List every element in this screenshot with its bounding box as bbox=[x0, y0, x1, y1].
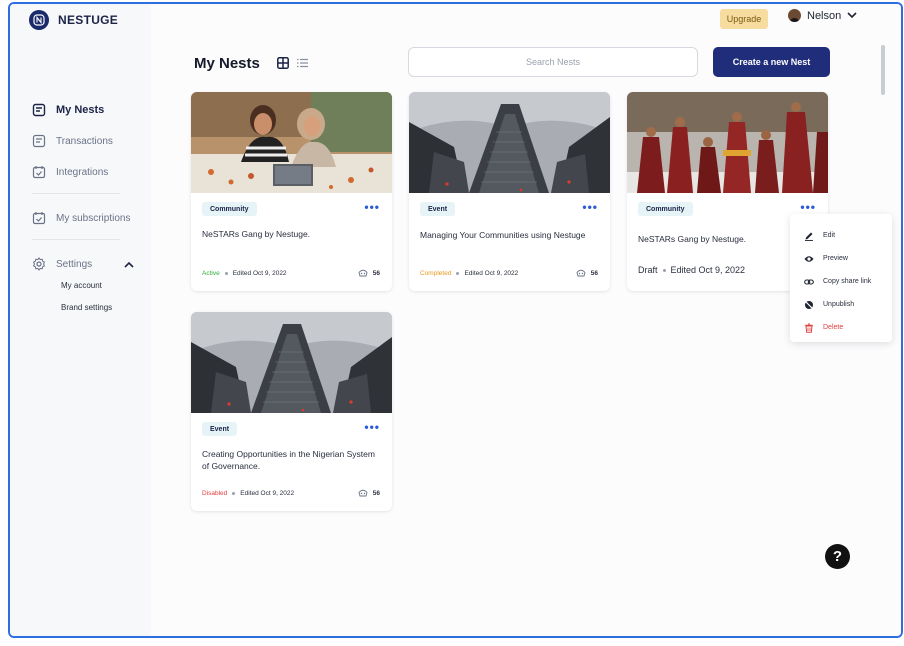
menu-item-label: Unpublish bbox=[823, 301, 855, 308]
nest-title: Creating Opportunities in the Nigerian S… bbox=[202, 449, 375, 471]
nest-options-menu: Edit Preview Copy share link Unpublish D… bbox=[790, 214, 892, 342]
edited-date: Edited Oct 9, 2022 bbox=[232, 269, 287, 277]
edited-date: Edited Oct 9, 2022 bbox=[670, 265, 746, 275]
views-count: 56 bbox=[358, 269, 380, 277]
sidebar-item-label: Transactions bbox=[56, 135, 113, 147]
category-tag: Community bbox=[638, 202, 693, 216]
search-input[interactable] bbox=[408, 47, 698, 77]
nest-card[interactable]: Event ••• Creating Opportunities in the … bbox=[191, 312, 392, 511]
menu-item-copy-link[interactable]: Copy share link bbox=[790, 270, 892, 293]
list-view-icon[interactable] bbox=[297, 58, 308, 68]
sidebar-subitem-brand-settings[interactable]: Brand settings bbox=[61, 303, 142, 321]
transactions-icon bbox=[32, 134, 46, 148]
edited-date: Edited Oct 9, 2022 bbox=[464, 269, 519, 277]
views-icon bbox=[358, 269, 368, 277]
sidebar-item-label: Settings bbox=[56, 258, 93, 270]
menu-item-delete[interactable]: Delete bbox=[790, 316, 892, 339]
separator-dot bbox=[662, 268, 666, 272]
chevron-up-icon[interactable] bbox=[124, 261, 134, 268]
menu-item-label: Delete bbox=[823, 324, 844, 331]
link-icon bbox=[804, 278, 814, 285]
chevron-down-icon bbox=[847, 12, 857, 19]
views-value: 56 bbox=[372, 269, 380, 277]
status-badge: Completed bbox=[420, 269, 452, 277]
menu-item-label: Preview bbox=[823, 255, 848, 262]
nests-icon bbox=[32, 103, 46, 117]
sidebar-item-subscriptions[interactable]: My subscriptions bbox=[32, 208, 142, 228]
more-options-icon[interactable]: ••• bbox=[364, 420, 380, 434]
views-value: 56 bbox=[590, 269, 598, 277]
menu-item-unpublish[interactable]: Unpublish bbox=[790, 293, 892, 316]
nest-title: NeSTARs Gang by Nestuge. bbox=[202, 229, 311, 239]
nest-meta: Active Edited Oct 9, 2022 56 bbox=[202, 269, 380, 277]
logo-mark-icon bbox=[29, 10, 49, 30]
nest-meta: Disabled Edited Oct 9, 2022 56 bbox=[202, 489, 380, 497]
separator-dot bbox=[456, 271, 460, 275]
user-name: Nelson bbox=[807, 9, 842, 22]
nest-card[interactable]: Event ••• Managing Your Communities usin… bbox=[409, 92, 610, 291]
nest-card-image bbox=[409, 92, 610, 193]
unpublish-icon bbox=[805, 300, 813, 309]
menu-item-preview[interactable]: Preview bbox=[790, 247, 892, 270]
user-menu[interactable]: Nelson bbox=[788, 9, 857, 22]
views-value: 56 bbox=[372, 489, 380, 497]
sidebar-divider bbox=[32, 239, 120, 240]
integrations-icon bbox=[32, 166, 46, 179]
scrollbar[interactable] bbox=[881, 45, 885, 95]
subscriptions-icon bbox=[32, 212, 46, 225]
menu-item-edit[interactable]: Edit bbox=[790, 224, 892, 247]
avatar bbox=[788, 9, 801, 22]
nest-card[interactable]: Community ••• NeSTARs Gang by Nestuge. A… bbox=[191, 92, 392, 291]
separator-dot bbox=[232, 491, 236, 495]
sidebar-subitem-my-account[interactable]: My account bbox=[61, 281, 142, 299]
gear-icon bbox=[32, 257, 46, 271]
views-icon bbox=[358, 489, 368, 497]
sidebar-item-settings[interactable]: Settings bbox=[32, 254, 142, 274]
menu-item-label: Edit bbox=[823, 232, 836, 239]
separator-dot bbox=[224, 271, 228, 275]
nest-meta: Completed Edited Oct 9, 2022 56 bbox=[420, 269, 598, 277]
menu-item-label: Copy share link bbox=[823, 278, 872, 285]
sidebar-nav: My Nests Transactions Integrations My su… bbox=[32, 100, 142, 321]
status-badge: Active bbox=[202, 269, 220, 277]
page-title: My Nests bbox=[194, 55, 260, 72]
grid-view-icon[interactable] bbox=[277, 57, 289, 69]
sidebar-item-label: My subscriptions bbox=[56, 212, 131, 224]
nest-card-image bbox=[627, 92, 828, 193]
status-badge: Disabled bbox=[202, 489, 228, 497]
category-tag: Event bbox=[202, 422, 238, 436]
sidebar-item-label: My Nests bbox=[56, 104, 105, 116]
views-count: 56 bbox=[358, 489, 380, 497]
category-tag: Community bbox=[202, 202, 257, 216]
create-nest-button[interactable]: Create a new Nest bbox=[713, 47, 830, 77]
edited-date: Edited Oct 9, 2022 bbox=[240, 489, 295, 497]
trash-icon bbox=[805, 323, 813, 333]
nest-title: Managing Your Communities using Nestuge bbox=[420, 230, 586, 240]
eye-icon bbox=[804, 255, 814, 262]
views-count: 56 bbox=[576, 269, 598, 277]
sidebar-item-label: Integrations bbox=[56, 166, 109, 178]
upgrade-button[interactable]: Upgrade bbox=[720, 9, 768, 29]
nest-card-image bbox=[191, 312, 392, 413]
brand-logo[interactable]: NESTUGE bbox=[29, 10, 118, 30]
status-badge: Draft bbox=[638, 265, 658, 275]
brand-name: NESTUGE bbox=[58, 13, 119, 27]
more-options-icon[interactable]: ••• bbox=[582, 200, 598, 214]
more-options-icon[interactable]: ••• bbox=[364, 200, 380, 214]
help-button[interactable]: ? bbox=[825, 544, 850, 569]
sidebar-item-integrations[interactable]: Integrations bbox=[32, 162, 142, 182]
sidebar-item-my-nests[interactable]: My Nests bbox=[32, 100, 142, 120]
sidebar-divider bbox=[32, 193, 120, 194]
more-options-icon[interactable]: ••• bbox=[800, 200, 816, 214]
pencil-icon bbox=[805, 232, 813, 241]
category-tag: Event bbox=[420, 202, 456, 216]
nest-card-image bbox=[191, 92, 392, 193]
views-icon bbox=[576, 269, 586, 277]
sidebar-item-transactions[interactable]: Transactions bbox=[32, 131, 142, 151]
